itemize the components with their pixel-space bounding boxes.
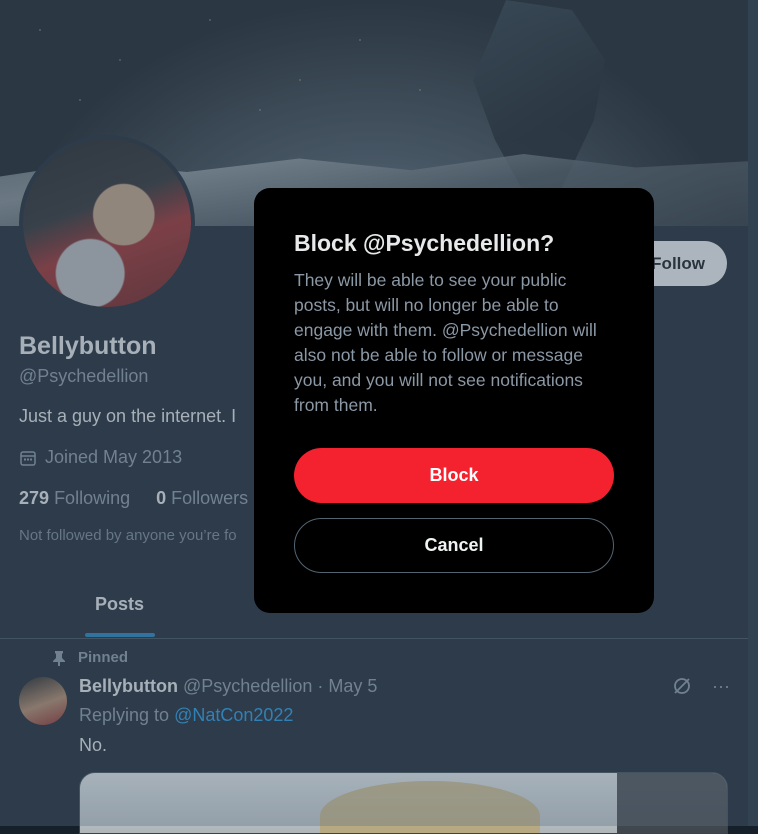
- block-button[interactable]: Block: [294, 448, 614, 503]
- cancel-button[interactable]: Cancel: [294, 518, 614, 573]
- block-dialog: Block @Psychedellion? They will be able …: [254, 188, 654, 613]
- dialog-body: They will be able to see your public pos…: [294, 270, 597, 415]
- dialog-title: Block @Psychedellion?: [294, 230, 555, 256]
